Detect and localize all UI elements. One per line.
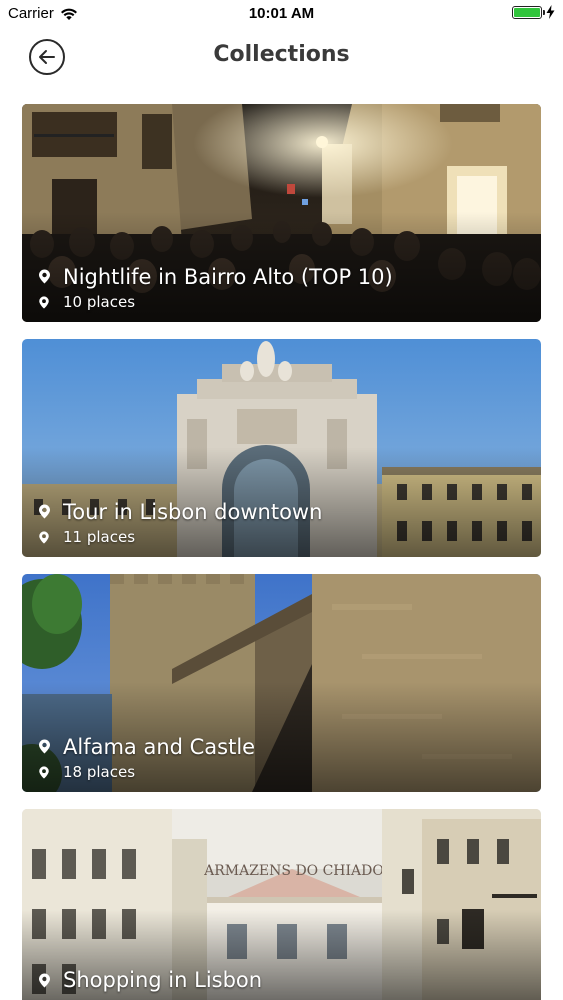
battery-icon bbox=[512, 5, 545, 19]
status-time: 10:01 AM bbox=[248, 5, 315, 22]
battery-fill bbox=[514, 7, 540, 17]
map-pin-small-icon bbox=[39, 766, 49, 779]
collection-title: Shopping in Lisbon bbox=[63, 968, 263, 992]
map-pin-icon bbox=[39, 739, 50, 754]
map-pin-icon bbox=[39, 269, 50, 284]
collection-count: 10 places bbox=[63, 293, 136, 311]
collection-card-downtown[interactable]: Tour in Lisbon downtown 11 places bbox=[22, 339, 541, 557]
collection-card-alfama[interactable]: Alfama and Castle 18 places bbox=[22, 574, 541, 792]
map-pin-icon bbox=[39, 504, 50, 519]
collection-title: Alfama and Castle bbox=[63, 735, 256, 759]
status-bar: Carrier 10:01 AM bbox=[0, 0, 563, 30]
store-sign-text: ARMAZENS DO CHIADO bbox=[203, 863, 384, 879]
collection-title: Nightlife in Bairro Alto (TOP 10) bbox=[63, 265, 393, 289]
map-pin-small-icon bbox=[39, 296, 49, 309]
map-pin-icon bbox=[39, 973, 50, 988]
battery-tip bbox=[543, 9, 545, 15]
collection-card-shopping[interactable]: ARMAZENS DO CHIADO Shopping in Lisbon bbox=[22, 809, 541, 1000]
collection-title: Tour in Lisbon downtown bbox=[63, 500, 323, 524]
charging-bolt-icon bbox=[546, 5, 555, 19]
page-title: Collections bbox=[213, 42, 350, 67]
collection-card-nightlife[interactable]: Nightlife in Bairro Alto (TOP 10) 10 pla… bbox=[22, 104, 541, 322]
collection-count: 18 places bbox=[63, 763, 136, 781]
nav-header: Collections bbox=[0, 30, 563, 86]
map-pin-small-icon bbox=[39, 531, 49, 544]
collection-count: 11 places bbox=[63, 528, 136, 546]
status-right bbox=[512, 5, 555, 19]
